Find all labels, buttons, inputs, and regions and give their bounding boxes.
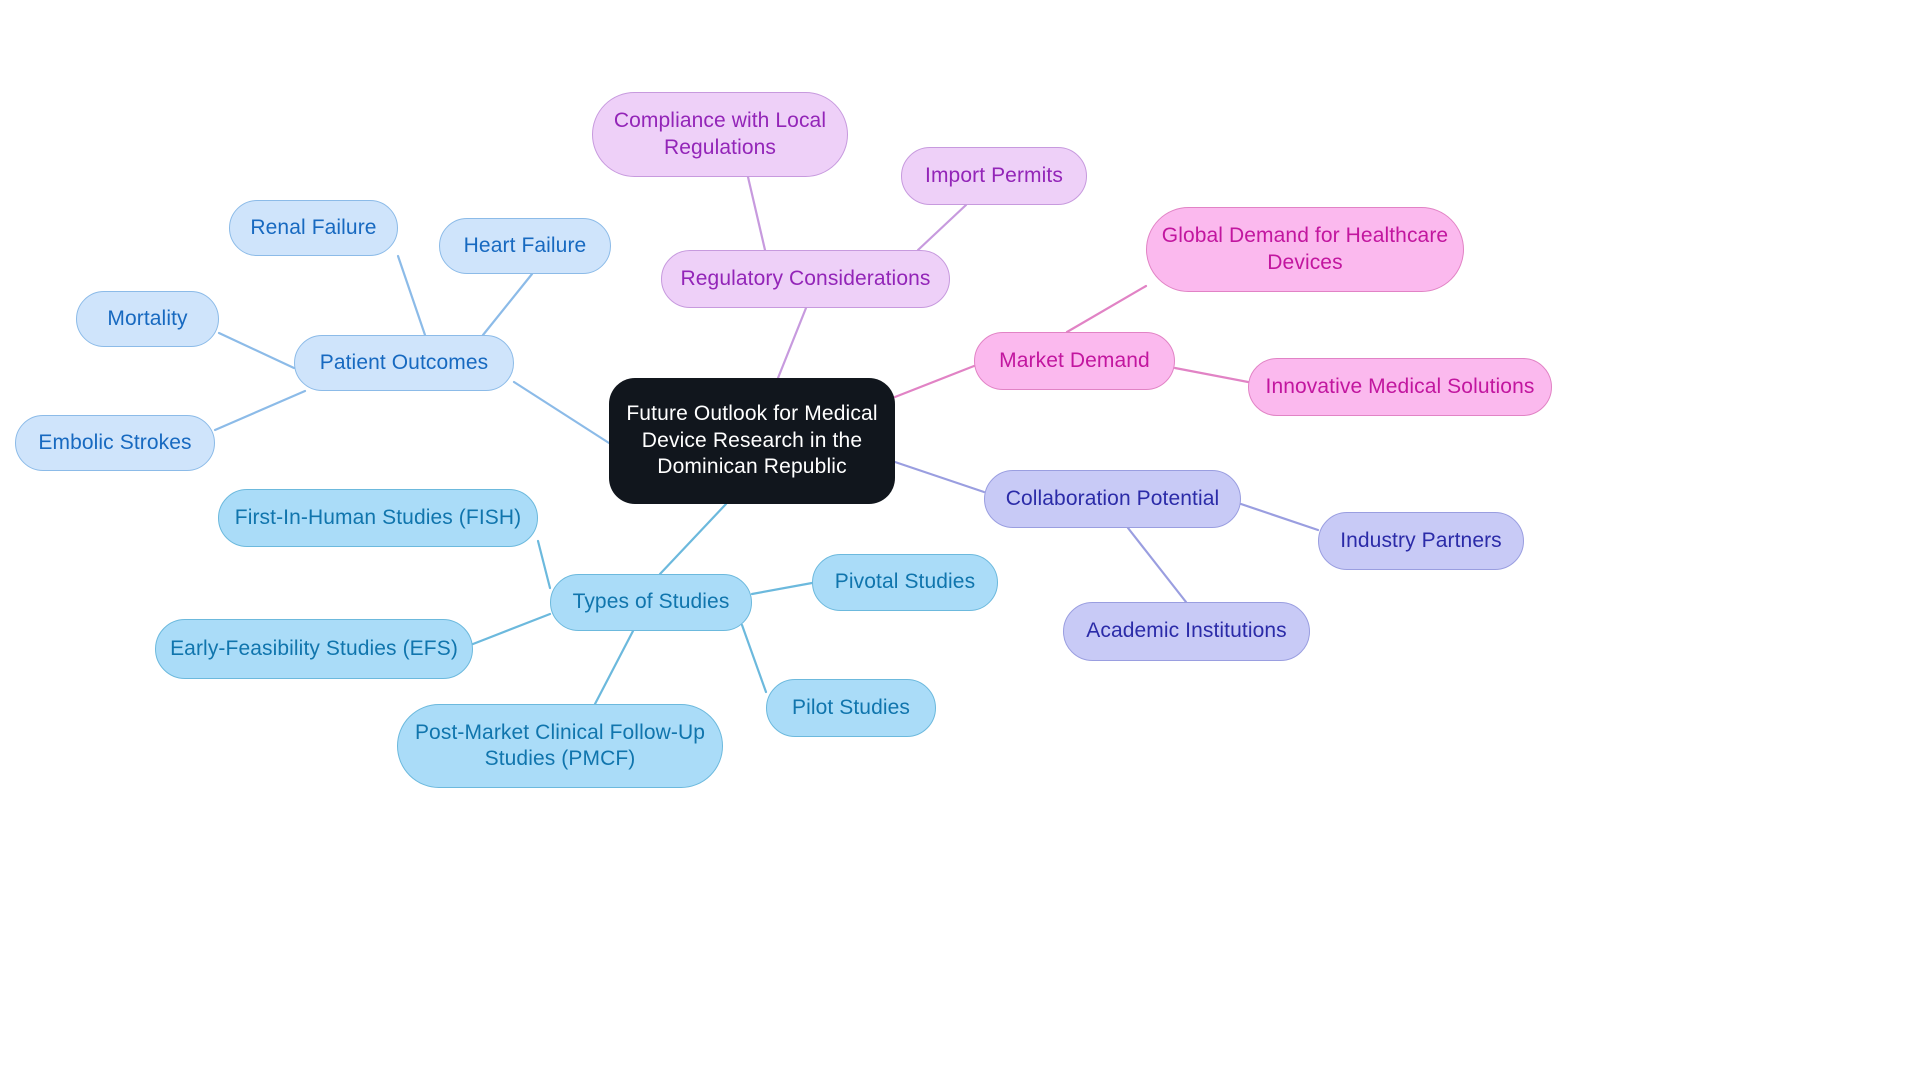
node-global-demand[interactable]: Global Demand for Healthcare Devices xyxy=(1146,207,1464,292)
node-market-demand[interactable]: Market Demand xyxy=(974,332,1175,390)
node-heart-failure[interactable]: Heart Failure xyxy=(439,218,611,274)
node-academic-institutions[interactable]: Academic Institutions xyxy=(1063,602,1310,661)
node-root[interactable]: Future Outlook for Medical Device Resear… xyxy=(609,378,895,504)
regulatory-to-compliance xyxy=(746,175,767,252)
node-first-in-human[interactable]: First-In-Human Studies (FISH) xyxy=(218,489,538,547)
types-to-pivotal xyxy=(750,581,814,596)
node-renal-failure[interactable]: Renal Failure xyxy=(229,200,398,256)
mindmap-canvas: Future Outlook for Medical Device Resear… xyxy=(0,0,1920,1083)
market-to-innovative xyxy=(1173,366,1250,384)
root-to-market-demand xyxy=(893,364,976,399)
patient-outcomes-to-embolic-strokes xyxy=(213,389,307,432)
node-pilot-studies[interactable]: Pilot Studies xyxy=(766,679,936,737)
node-embolic-strokes[interactable]: Embolic Strokes xyxy=(15,415,215,471)
node-pivotal-studies[interactable]: Pivotal Studies xyxy=(812,554,998,611)
node-patient-outcomes[interactable]: Patient Outcomes xyxy=(294,335,514,391)
node-compliance[interactable]: Compliance with Local Regulations xyxy=(592,92,848,177)
node-industry-partners[interactable]: Industry Partners xyxy=(1318,512,1524,570)
root-to-types-of-studies xyxy=(658,502,728,576)
patient-outcomes-to-mortality xyxy=(217,331,296,370)
root-to-patient-outcomes xyxy=(512,380,611,445)
collaboration-to-industry-partners xyxy=(1239,502,1320,532)
patient-outcomes-to-heart-failure xyxy=(481,272,534,337)
node-mortality[interactable]: Mortality xyxy=(76,291,219,347)
node-early-feasibility[interactable]: Early-Feasibility Studies (EFS) xyxy=(155,619,473,679)
node-collaboration[interactable]: Collaboration Potential xyxy=(984,470,1241,528)
types-to-pilot xyxy=(740,623,768,694)
node-import-permits[interactable]: Import Permits xyxy=(901,147,1087,205)
root-to-collaboration xyxy=(893,460,986,494)
market-to-global-demand xyxy=(1065,284,1148,334)
node-pmcf[interactable]: Post-Market Clinical Follow-Up Studies (… xyxy=(397,704,723,788)
node-types-of-studies[interactable]: Types of Studies xyxy=(550,574,752,631)
types-to-early-feasibility xyxy=(471,612,552,646)
types-to-first-in-human xyxy=(536,539,552,590)
types-to-pmcf xyxy=(593,629,635,706)
root-to-regulatory xyxy=(776,306,808,380)
node-innovative-solutions[interactable]: Innovative Medical Solutions xyxy=(1248,358,1552,416)
collaboration-to-academic xyxy=(1126,526,1188,604)
patient-outcomes-to-renal-failure xyxy=(396,254,427,337)
node-regulatory[interactable]: Regulatory Considerations xyxy=(661,250,950,308)
regulatory-to-import-permits xyxy=(916,203,968,252)
